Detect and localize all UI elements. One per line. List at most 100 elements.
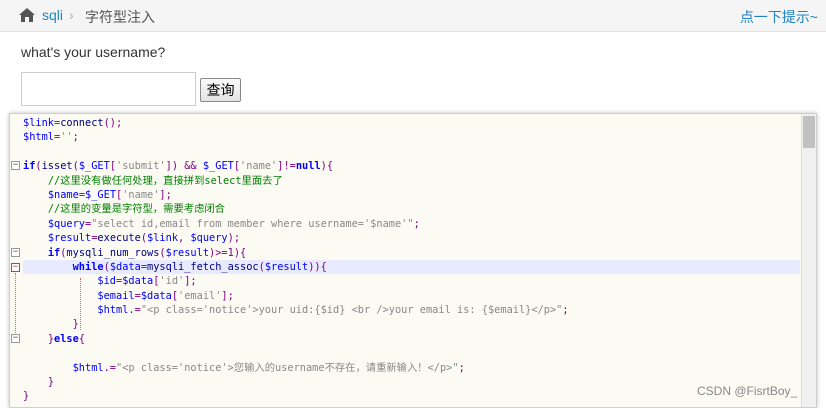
code-token: $data [140, 289, 172, 302]
code-token: } [72, 318, 79, 331]
code-token: $html [97, 304, 129, 317]
fold-toggle-icon[interactable]: − [11, 334, 20, 343]
home-icon[interactable] [18, 7, 36, 23]
code-token: .= [103, 361, 117, 374]
query-button[interactable]: 查询 [200, 78, 241, 102]
code-line: while($data=mysqli_fetch_assoc($result))… [23, 259, 800, 275]
code-token: ; [72, 131, 79, 144]
code-line: } [23, 317, 800, 331]
code-token: $html [23, 131, 54, 144]
breadcrumb-separator-icon: › [69, 7, 74, 23]
code-token: "<p class='notice'>your uid:{$id} <br />… [140, 304, 563, 317]
code-token: } [47, 376, 55, 389]
code-token: (); [103, 117, 123, 129]
code-line: $id=$data['id']; [23, 274, 800, 288]
code-token: "select id,email from member where usern… [91, 217, 414, 230]
fold-guide [15, 273, 16, 339]
fold-toggle-icon[interactable]: − [11, 248, 20, 257]
code-token: ]) [165, 160, 179, 173]
code-line: }else{ [23, 332, 800, 346]
code-line: //这里没有做任何处理，直接拼到select里面去了 [23, 174, 800, 188]
code-token: 'name' [122, 188, 160, 201]
code-token: $link [147, 232, 179, 245]
code-token: ; [562, 304, 569, 317]
code-token: $link [23, 117, 54, 129]
code-token: { [320, 260, 327, 273]
code-token: $_GET [202, 160, 234, 173]
code-line: //这里的变量是字符型，需要考虑闭合 [23, 202, 800, 216]
code-token: 'email' [178, 289, 222, 302]
code-line: } [23, 389, 800, 403]
code-token: null [295, 160, 321, 173]
code-token: $result [165, 246, 210, 259]
code-token: while [72, 260, 104, 273]
code-token: $id [97, 275, 117, 288]
code-token: 'submit' [116, 160, 166, 173]
code-token: $data [122, 275, 154, 288]
code-token: { [78, 332, 86, 345]
code-token: mysqli_num_rows [66, 246, 160, 259]
code-token: //这里的变量是字符型，需要考虑闭合 [47, 203, 225, 216]
code-token: ){ [320, 160, 334, 173]
code-token: $email [97, 289, 135, 302]
code-token: //这里没有做任何处理，直接拼到select里面去了 [47, 174, 283, 187]
code-token: && [184, 160, 197, 173]
breadcrumb-current: 字符型注入 [85, 9, 155, 25]
code-token: ]; [159, 188, 172, 201]
code-line: $html.="<p class='notice'>your uid:{$id}… [23, 303, 800, 317]
code-token: ]!= [277, 160, 296, 173]
code-token: "<p class='notice'>您输入的username不存在，请重新输入… [116, 361, 459, 374]
code-token: $name [47, 188, 79, 201]
code-token: ]; [184, 275, 197, 288]
code-token: connect [60, 117, 104, 129]
code-token: $data [109, 260, 141, 273]
code-token: 'id' [159, 275, 185, 288]
code-editor[interactable]: − − − − $link=connect(); $html=''; if(iss… [9, 113, 817, 408]
breadcrumb-sqli[interactable]: sqli [42, 7, 63, 23]
code-line: $query="select id,email from member wher… [23, 217, 800, 231]
code-token: if [47, 246, 61, 259]
code-content: $link=connect(); $html=''; if(isset($_GET… [23, 116, 800, 404]
code-token: )>=1){ [209, 246, 247, 259]
code-token: ; [413, 217, 420, 230]
code-token: '' [60, 131, 73, 144]
code-line: if(isset($_GET['submit']) && $_GET['name… [23, 159, 800, 173]
code-token: 'name' [240, 160, 278, 173]
code-token: )) [308, 260, 321, 273]
code-line: $result=execute($link, $query); [23, 231, 800, 245]
fold-toggle-icon[interactable]: − [11, 263, 20, 272]
code-token: $result [47, 232, 92, 245]
code-token: execute [97, 232, 141, 245]
scrollbar-thumb[interactable] [803, 116, 815, 148]
code-token: $result [264, 260, 309, 273]
code-line: $link=connect(); [23, 116, 800, 130]
top-bar: sqli › 字符型注入 点一下提示~ [0, 0, 826, 32]
code-line: if(mysqli_num_rows($result)>=1){ [23, 246, 800, 260]
watermark: CSDN @FisrtBoy_ [697, 384, 798, 398]
code-line: $name=$_GET['name']; [23, 188, 800, 202]
code-line: $html.="<p class='notice'>您输入的username不存… [23, 361, 800, 375]
vertical-scrollbar[interactable] [801, 114, 816, 407]
code-line: $email=$data['email']; [23, 289, 800, 303]
hint-link[interactable]: 点一下提示~ [740, 7, 818, 27]
code-token: $query [190, 232, 228, 245]
code-token: ); [227, 232, 241, 245]
username-input[interactable] [21, 72, 196, 106]
code-token: else [54, 332, 79, 345]
fold-toggle-icon[interactable]: − [11, 161, 20, 170]
code-line: } [23, 375, 800, 389]
code-token: ]; [221, 289, 234, 302]
